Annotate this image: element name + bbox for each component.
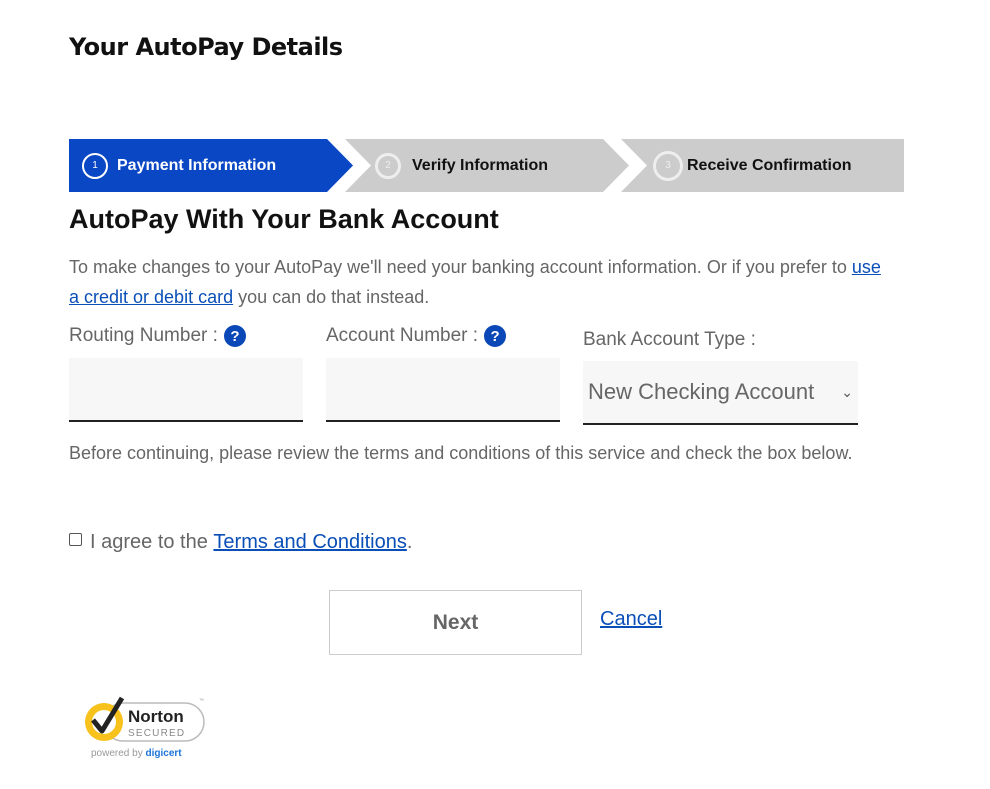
- step-verify-information: 2 Verify Information: [339, 139, 629, 192]
- intro-text: To make changes to your AutoPay we'll ne…: [69, 252, 889, 312]
- norton-secured-badge[interactable]: Norton SECURED ™ powered by digicert: [82, 692, 207, 764]
- terms-review-text: Before continuing, please review the ter…: [69, 443, 853, 463]
- routing-number-label-text: Routing Number :: [69, 325, 218, 346]
- step-1-label: Payment Information: [117, 156, 277, 174]
- step-2-number-icon: 2: [375, 152, 401, 179]
- intro-text-end: you can do that instead.: [233, 287, 430, 307]
- step-3-label: Receive Confirmation: [687, 156, 852, 174]
- account-number-label: Account Number : ?: [326, 325, 507, 347]
- chevron-down-icon: ⌄: [841, 383, 853, 400]
- page-title: Your AutoPay Details: [69, 33, 343, 61]
- terms-and-conditions-link[interactable]: Terms and Conditions: [213, 531, 406, 554]
- routing-number-input[interactable]: [69, 358, 303, 422]
- terms-checkbox[interactable]: [69, 533, 82, 546]
- bank-account-type-label: Bank Account Type :: [583, 329, 756, 350]
- routing-number-label: Routing Number : ?: [69, 325, 246, 347]
- account-number-label-text: Account Number :: [326, 325, 479, 346]
- bank-account-type-select[interactable]: New Checking Account ⌄: [583, 361, 858, 425]
- terms-agreement-row: I agree to the Terms and Conditions .: [69, 531, 412, 554]
- norton-brand-text: Norton: [128, 707, 184, 726]
- digicert-text: digicert: [145, 748, 182, 759]
- account-help-icon[interactable]: ?: [484, 325, 507, 347]
- next-button[interactable]: Next: [329, 590, 582, 655]
- step-receive-confirmation: 3 Receive Confirmation: [617, 139, 904, 192]
- norton-checkmark-logo: Norton SECURED ™: [85, 696, 205, 742]
- routing-help-icon[interactable]: ?: [223, 325, 246, 347]
- powered-by-text: powered by: [91, 748, 146, 759]
- step-payment-information: 1 Payment Information: [69, 139, 353, 192]
- bank-account-type-value: New Checking Account: [588, 379, 815, 404]
- agree-period: .: [406, 531, 413, 553]
- cancel-link[interactable]: Cancel: [600, 608, 662, 631]
- step-2-label: Verify Information: [412, 156, 549, 174]
- progress-stepper: 1 Payment Information 2 Verify Informati…: [69, 139, 904, 192]
- account-number-input[interactable]: [326, 358, 560, 422]
- intro-text-start: To make changes to your AutoPay we'll ne…: [69, 257, 852, 277]
- trademark-text: ™: [199, 698, 204, 704]
- norton-secured-text: SECURED: [128, 728, 185, 739]
- agree-text: I agree to the: [90, 531, 214, 553]
- powered-by-digicert: powered by digicert: [91, 748, 182, 759]
- section-title: AutoPay With Your Bank Account: [69, 204, 499, 234]
- step-3-number-icon: 3: [653, 150, 683, 181]
- step-1-number-icon: 1: [82, 152, 108, 179]
